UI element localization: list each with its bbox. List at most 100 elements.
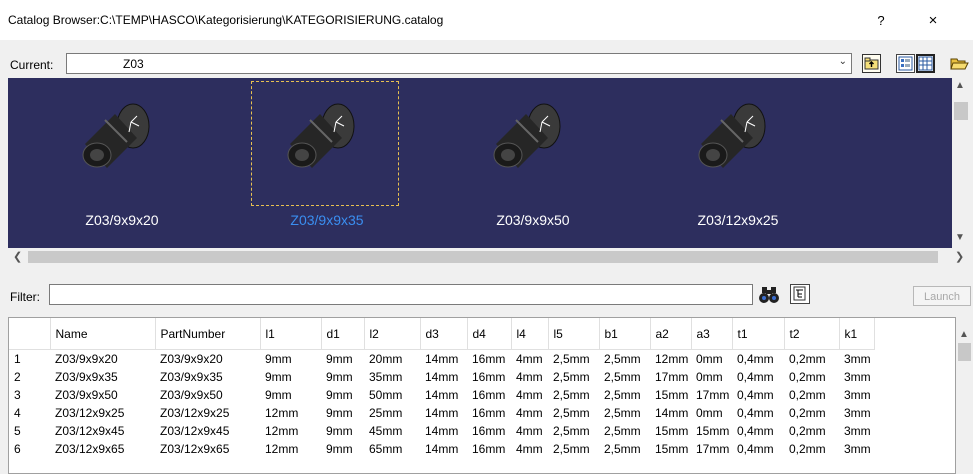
- table-vertical-scrollbar[interactable]: ▲: [956, 317, 973, 474]
- column-header[interactable]: PartNumber: [155, 318, 261, 350]
- table-cell: 0mm: [696, 352, 723, 366]
- list-view-icon[interactable]: [896, 54, 915, 73]
- current-combo[interactable]: Z03 ⌄: [66, 53, 852, 74]
- table-cell: 0,4mm: [737, 406, 774, 420]
- thumbnail-label: Z03/12x9x25: [697, 212, 779, 228]
- table-cell: 4mm: [516, 370, 543, 384]
- thumbnail-horizontal-scrollbar[interactable]: ❮ ❯: [8, 248, 970, 266]
- table-cell: 17mm: [696, 388, 730, 402]
- column-header[interactable]: a3: [691, 318, 733, 350]
- close-button[interactable]: ×: [918, 9, 948, 33]
- table-cell: 12mm: [265, 424, 299, 438]
- thumbnail-label: Z03/9x9x35: [290, 212, 364, 228]
- part-preview-icon: [691, 92, 781, 172]
- scroll-up-icon[interactable]: ▲: [959, 329, 969, 340]
- table-cell: 4mm: [516, 352, 543, 366]
- column-header[interactable]: Name: [50, 318, 156, 350]
- column-header[interactable]: l2: [364, 318, 421, 350]
- column-header[interactable]: k1: [839, 318, 875, 350]
- table-cell: 14mm: [425, 370, 459, 384]
- table-cell: 9mm: [326, 442, 353, 456]
- table-cell: 2: [14, 370, 21, 384]
- scrollbar-thumb[interactable]: [958, 343, 971, 361]
- table-cell: Z03/12x9x65: [160, 442, 230, 456]
- parts-table: Name PartNumber l1 d1 l2 d3 d4 l4 l5 b1 a2 a3 t1 t2 k1…: [8, 317, 956, 474]
- table-cell: 2,5mm: [553, 370, 590, 384]
- column-header[interactable]: a2: [650, 318, 692, 350]
- column-header[interactable]: d1: [321, 318, 365, 350]
- table-cell: 4mm: [516, 388, 543, 402]
- table-cell: 9mm: [326, 352, 353, 366]
- thumbnail-item[interactable]: Z03/9x9x35: [242, 78, 412, 248]
- table-cell: 0,4mm: [737, 388, 774, 402]
- table-cell: Z03/9x9x50: [160, 388, 223, 402]
- help-button[interactable]: ?: [868, 9, 894, 33]
- table-cell: 9mm: [326, 406, 353, 420]
- scrollbar-thumb[interactable]: [954, 102, 968, 120]
- table-cell: 2,5mm: [604, 406, 641, 420]
- window-title: Catalog Browser:C:\TEMP\HASCO\Kategorisi…: [8, 13, 444, 27]
- column-header[interactable]: l1: [260, 318, 322, 350]
- table-cell: 3mm: [844, 442, 871, 456]
- column-header[interactable]: d4: [467, 318, 512, 350]
- up-folder-icon[interactable]: [862, 54, 881, 73]
- thumbnail-item[interactable]: Z03/9x9x50: [448, 78, 618, 248]
- thumbnail-vertical-scrollbar[interactable]: ▲ ▼: [952, 78, 970, 248]
- table-cell: 12mm: [265, 406, 299, 420]
- scroll-right-icon[interactable]: ❯: [955, 250, 964, 263]
- table-row[interactable]: 3 Z03/9x9x50 Z03/9x9x50 9mm 9mm 50mm 14mm 16mm 4…: [9, 386, 874, 404]
- detail-view-icon[interactable]: [916, 54, 935, 73]
- table-row[interactable]: 6 Z03/12x9x65 Z03/12x9x65 12mm 9mm 65mm 14mm 16…: [9, 440, 874, 458]
- column-header[interactable]: [9, 318, 51, 350]
- thumbnail-panel[interactable]: Z03/9x9x20 Z03/9x9x35 Z03/9x9x50 Z03/12x9x2…: [8, 78, 952, 248]
- table-cell: 4: [14, 406, 21, 420]
- table-cell: Z03/12x9x25: [55, 406, 125, 420]
- scrollbar-thumb[interactable]: [28, 251, 938, 263]
- table-cell: 25mm: [369, 406, 403, 420]
- tree-filter-icon[interactable]: [790, 284, 810, 304]
- thumbnail-item[interactable]: Z03/9x9x20: [37, 78, 207, 248]
- table-cell: 14mm: [425, 352, 459, 366]
- thumbnail-item[interactable]: Z03/12x9x25: [653, 78, 823, 248]
- table-cell: 20mm: [369, 352, 403, 366]
- column-header[interactable]: t2: [784, 318, 840, 350]
- table-cell: 15mm: [655, 424, 689, 438]
- filter-input[interactable]: [49, 284, 753, 305]
- filter-label: Filter:: [10, 290, 40, 304]
- column-header[interactable]: l5: [548, 318, 600, 350]
- part-preview-icon: [280, 92, 370, 172]
- table-row[interactable]: 4 Z03/12x9x25 Z03/12x9x25 12mm 9mm 25mm 14mm 16…: [9, 404, 874, 422]
- binoculars-icon[interactable]: [757, 284, 781, 305]
- table-row[interactable]: 1 Z03/9x9x20 Z03/9x9x20 9mm 9mm 20mm 14mm 16mm 4…: [9, 350, 874, 369]
- table-cell: 4mm: [516, 424, 543, 438]
- scroll-left-icon[interactable]: ❮: [13, 250, 22, 263]
- open-folder-icon[interactable]: [950, 54, 969, 73]
- table-cell: 2,5mm: [604, 388, 641, 402]
- scroll-up-icon[interactable]: ▲: [955, 80, 965, 91]
- scroll-down-icon[interactable]: ▼: [955, 232, 965, 243]
- table-cell: 14mm: [425, 406, 459, 420]
- table-cell: Z03/9x9x35: [55, 370, 118, 384]
- table-cell: 12mm: [655, 352, 689, 366]
- table-row[interactable]: 2 Z03/9x9x35 Z03/9x9x35 9mm 9mm 35mm 14mm 16mm 4…: [9, 368, 874, 386]
- table-cell: 3mm: [844, 352, 871, 366]
- table-cell: 0,4mm: [737, 424, 774, 438]
- table-cell: 0,2mm: [789, 424, 826, 438]
- table-cell: Z03/12x9x45: [55, 424, 125, 438]
- chevron-down-icon[interactable]: ⌄: [839, 56, 847, 67]
- table-row[interactable]: 5 Z03/12x9x45 Z03/12x9x45 12mm 9mm 45mm 14mm 16…: [9, 422, 874, 440]
- table-cell: 16mm: [472, 388, 506, 402]
- column-header[interactable]: t1: [732, 318, 785, 350]
- table-cell: 2,5mm: [553, 388, 590, 402]
- table-cell: 3: [14, 388, 21, 402]
- table-cell: 14mm: [425, 388, 459, 402]
- thumbnail-label: Z03/9x9x50: [496, 212, 570, 228]
- table-cell: 65mm: [369, 442, 403, 456]
- table-cell: 17mm: [655, 370, 689, 384]
- column-header[interactable]: b1: [599, 318, 651, 350]
- column-header[interactable]: l4: [511, 318, 549, 350]
- part-preview-icon: [75, 92, 165, 172]
- column-header[interactable]: d3: [420, 318, 468, 350]
- launch-button[interactable]: Launch: [913, 286, 971, 306]
- table-cell: 35mm: [369, 370, 403, 384]
